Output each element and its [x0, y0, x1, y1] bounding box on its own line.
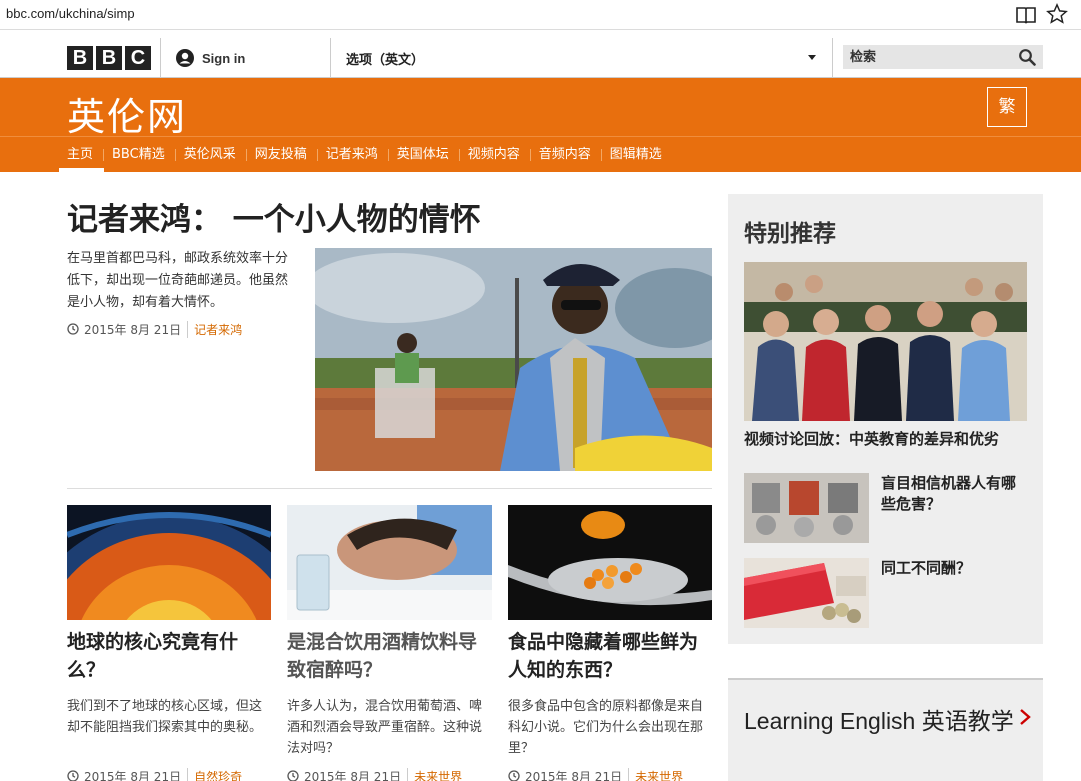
divider [330, 38, 331, 78]
sign-in-button[interactable]: Sign in [176, 48, 245, 68]
clock-icon [67, 770, 79, 781]
story-summary: 很多食品中包含的原料都像是来自科幻小说。它们为什么会出现在那里？ [508, 699, 704, 756]
story-meta: 2015年 8月 21日 自然珍奇 [67, 767, 242, 781]
bbc-top-bar: B B C Sign in 选项（英文） [0, 38, 1081, 78]
story-headline[interactable]: 食品中隐藏着哪些鲜为人知的东西？ [508, 628, 712, 684]
site-header: 英伦网 繁 主页 BBC精选 英伦风采 网友投稿 记者来鸿 英国体坛 视频内容 … [0, 78, 1081, 172]
traditional-chinese-toggle[interactable]: 繁 [987, 87, 1027, 127]
learning-english-promo[interactable]: Learning English 英语教学 [728, 678, 1043, 781]
reader-view-icon[interactable] [1015, 5, 1037, 25]
site-title[interactable]: 英伦网 [67, 86, 187, 141]
chevron-right-icon[interactable] [1018, 708, 1032, 726]
search-icon[interactable] [1018, 48, 1036, 66]
learning-english-title[interactable]: Learning English 英语教学 [744, 704, 1014, 739]
sidebar-story-thumbnail[interactable] [744, 558, 869, 628]
story-headline[interactable]: 是混合饮用酒精饮料导致宿醉吗？ [287, 628, 492, 684]
nav-item-correspondent[interactable]: 记者来鸿 [318, 137, 389, 172]
divider [67, 488, 712, 489]
story-meta: 2015年 8月 21日 未来世界 [508, 767, 683, 781]
lead-story-meta: 2015年 8月 21日 记者来鸿 [67, 320, 242, 338]
section-tag[interactable]: 未来世界 [407, 767, 462, 781]
publish-date: 2015年 8月 21日 [304, 769, 402, 781]
story-summary: 我们到不了地球的核心区域，但这却不能阻挡我们探索其中的奥秘。 [67, 699, 263, 735]
featured-image[interactable] [744, 262, 1027, 421]
sidebar-story-headline[interactable]: 盲目相信机器人有哪些危害？ [881, 473, 1021, 515]
nav-item-video[interactable]: 视频内容 [460, 137, 531, 172]
clock-icon [67, 323, 79, 335]
nav-item-uk-style[interactable]: 英伦风采 [176, 137, 247, 172]
address-url[interactable]: bbc.com/ukchina/simp [6, 6, 135, 21]
story-summary: 许多人认为，混合饮用葡萄酒、啤酒和烈酒会导致严重宿醉。这种说法对吗？ [287, 699, 483, 756]
lead-story-image[interactable] [315, 248, 712, 471]
publish-date: 2015年 8月 21日 [525, 769, 623, 781]
bbc-logo-letter: B [96, 46, 122, 70]
clock-icon [287, 770, 299, 781]
sidebar-story-headline[interactable]: 同工不同酬？ [881, 558, 1021, 579]
section-tag[interactable]: 未来世界 [628, 767, 683, 781]
featured-caption[interactable]: 视频讨论回放：中英教育的差异和优劣 [744, 428, 999, 449]
sign-in-label: Sign in [202, 50, 246, 66]
story-image[interactable] [287, 505, 492, 620]
story-meta: 2015年 8月 21日 未来世界 [287, 767, 462, 781]
section-tag[interactable]: 自然珍奇 [187, 767, 242, 781]
user-account-icon [176, 49, 194, 67]
bbc-logo[interactable]: B B C [67, 46, 151, 70]
section-tag[interactable]: 记者来鸿 [187, 320, 242, 338]
nav-item-user-submissions[interactable]: 网友投稿 [247, 137, 318, 172]
bbc-logo-letter: B [67, 46, 93, 70]
search-box [843, 45, 1043, 69]
divider [832, 38, 833, 78]
options-dropdown[interactable]: 选项（英文） [346, 49, 424, 68]
nav-item-uk-sport[interactable]: 英国体坛 [389, 137, 460, 172]
browser-address-bar: bbc.com/ukchina/simp [0, 0, 1081, 30]
publish-date: 2015年 8月 21日 [84, 769, 182, 781]
story-image[interactable] [508, 505, 712, 620]
section-nav: 主页 BBC精选 英伦风采 网友投稿 记者来鸿 英国体坛 视频内容 音频内容 图… [59, 137, 673, 172]
bbc-logo-letter: C [125, 46, 151, 70]
publish-date: 2015年 8月 21日 [84, 322, 182, 337]
story-headline[interactable]: 地球的核心究竟有什么？ [67, 628, 267, 684]
lead-story-summary: 在马里首都巴马科，邮政系统效率十分低下，却出现一位奇葩邮递员。他虽然是小人物，却… [67, 251, 289, 310]
nav-item-bbc-picks[interactable]: BBC精选 [104, 137, 176, 172]
lead-story-headline[interactable]: 记者来鸿： 一个小人物的情怀 [67, 194, 481, 239]
nav-item-galleries[interactable]: 图辑精选 [602, 137, 673, 172]
favorite-star-icon[interactable] [1046, 3, 1068, 25]
story-image[interactable] [67, 505, 271, 620]
sidebar-title: 特别推荐 [744, 221, 836, 247]
search-input[interactable] [843, 45, 1013, 69]
sidebar-story-thumbnail[interactable] [744, 473, 869, 543]
chevron-down-icon[interactable] [808, 55, 816, 60]
clock-icon [508, 770, 520, 781]
featured-sidebar: 特别推荐 视频讨论回放：中英教育的差异和优劣 盲目相信机器人有哪些危害？ 同工不… [728, 194, 1043, 644]
nav-item-audio[interactable]: 音频内容 [531, 137, 602, 172]
nav-item-home[interactable]: 主页 [59, 137, 105, 172]
divider [160, 38, 161, 78]
